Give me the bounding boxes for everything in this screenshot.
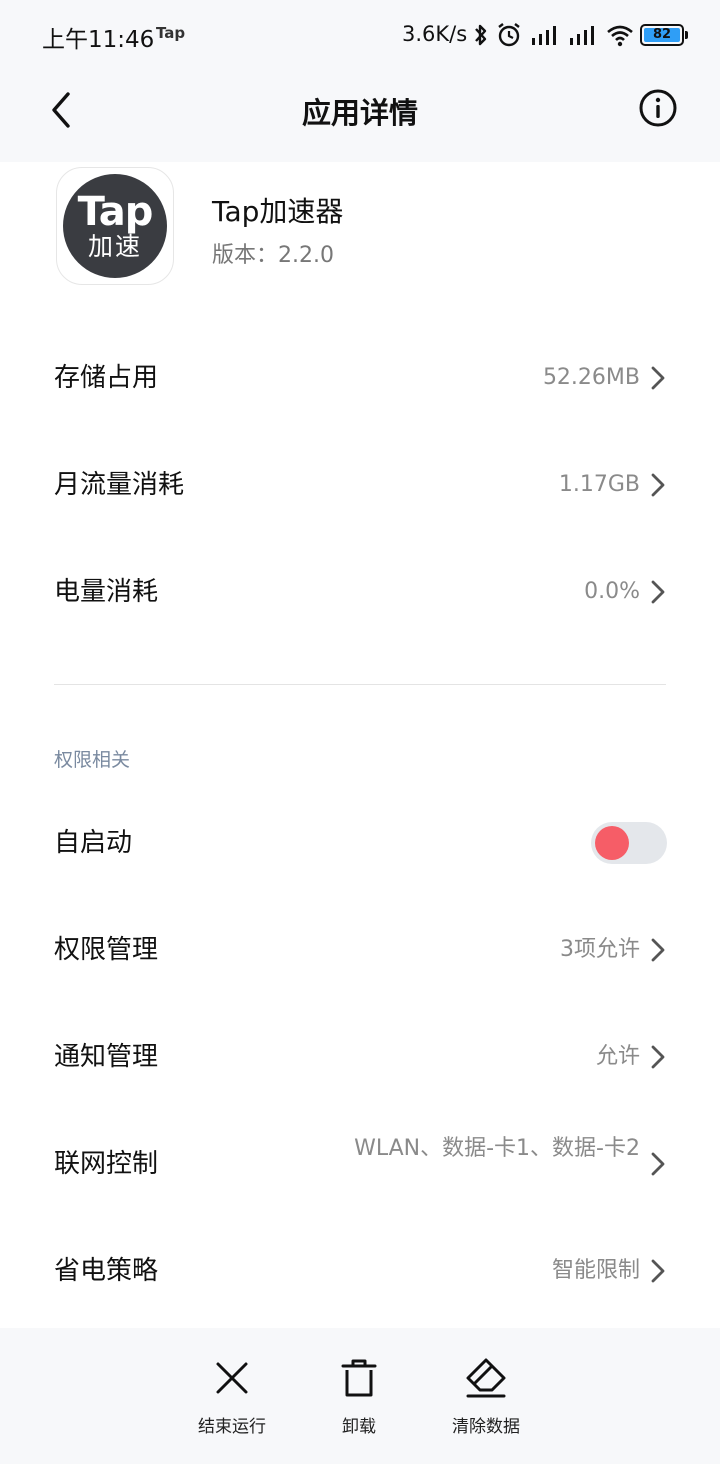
row-label: 权限管理 — [54, 935, 159, 965]
row-label: 电量消耗 — [54, 577, 159, 607]
row-label: 通知管理 — [54, 1042, 159, 1072]
section-title-permissions: 权限相关 — [54, 749, 131, 771]
row-network-control[interactable]: 联网控制 WLAN、数据-卡1、数据-卡2 — [0, 1119, 720, 1209]
network-speed: 3.6K/s — [402, 22, 468, 46]
chevron-right-icon — [651, 1045, 665, 1069]
alarm-icon — [498, 23, 520, 47]
trash-icon — [341, 1359, 377, 1397]
app-icon-text-top: Tap — [77, 189, 154, 235]
row-label: 自启动 — [54, 828, 133, 858]
row-label: 月流量消耗 — [54, 470, 185, 500]
action-label: 卸载 — [342, 1417, 376, 1437]
info-button[interactable] — [636, 86, 680, 130]
close-icon — [216, 1362, 248, 1394]
info-icon — [639, 89, 677, 127]
top-app-bar: 应用详情 — [0, 70, 720, 162]
row-value: 1.17GB — [558, 472, 640, 497]
page-title: 应用详情 — [301, 96, 418, 130]
signal-sim1-icon — [532, 26, 556, 45]
row-label: 存储占用 — [54, 363, 159, 393]
row-label: 省电策略 — [54, 1256, 159, 1286]
app-name: Tap加速器 — [212, 195, 344, 228]
row-power-saving[interactable]: 省电策略 智能限制 — [0, 1226, 720, 1316]
divider — [54, 684, 666, 685]
row-permission-management[interactable]: 权限管理 3项允许 — [0, 905, 720, 995]
toggle-knob — [595, 826, 629, 860]
app-icon-text-bottom: 加速 — [87, 232, 142, 261]
wifi-icon — [607, 25, 633, 47]
row-value: 52.26MB — [542, 365, 640, 390]
chevron-right-icon — [651, 938, 665, 962]
row-label: 联网控制 — [54, 1149, 159, 1179]
status-time: 上午11:46 — [42, 27, 155, 53]
chevron-right-icon — [651, 580, 665, 604]
uninstall-button[interactable]: 卸载 — [299, 1356, 419, 1437]
bluetooth-icon — [475, 24, 487, 46]
eraser-icon — [466, 1358, 506, 1398]
signal-sim2-icon — [570, 26, 594, 45]
action-label: 清除数据 — [452, 1417, 520, 1437]
row-value: 允许 — [595, 1044, 640, 1069]
row-data-usage[interactable]: 月流量消耗 1.17GB — [0, 440, 720, 530]
force-stop-button[interactable]: 结束运行 — [172, 1356, 292, 1437]
row-value: WLAN、数据-卡1、数据-卡2 — [354, 1136, 640, 1161]
bottom-action-bar: 结束运行 卸载 清除数据 — [0, 1328, 720, 1464]
battery-level: 82 — [644, 28, 680, 42]
notification-app-icon: Tap — [156, 24, 186, 42]
autostart-toggle[interactable] — [591, 822, 667, 864]
battery-indicator: 82 — [640, 24, 688, 46]
app-version: 版本：2.2.0 — [212, 243, 334, 268]
chevron-right-icon — [651, 1259, 665, 1283]
app-icon: Tap 加速 — [56, 167, 174, 285]
row-value: 3项允许 — [560, 937, 640, 962]
row-storage[interactable]: 存储占用 52.26MB — [0, 333, 720, 423]
status-bar: 上午11:46 Tap 3.6K/s 82 — [0, 0, 720, 70]
chevron-right-icon — [651, 473, 665, 497]
chevron-right-icon — [651, 366, 665, 390]
row-notification-management[interactable]: 通知管理 允许 — [0, 1012, 720, 1102]
clear-data-button[interactable]: 清除数据 — [426, 1356, 546, 1437]
chevron-right-icon — [651, 1152, 665, 1176]
row-battery-usage[interactable]: 电量消耗 0.0% — [0, 547, 720, 637]
action-label: 结束运行 — [198, 1417, 266, 1437]
row-value: 智能限制 — [551, 1258, 640, 1283]
app-details-screen: 上午11:46 Tap 3.6K/s 82 应用详情 Tap 加速 Tap加速器… — [0, 0, 720, 1464]
row-value: 0.0% — [584, 579, 640, 604]
